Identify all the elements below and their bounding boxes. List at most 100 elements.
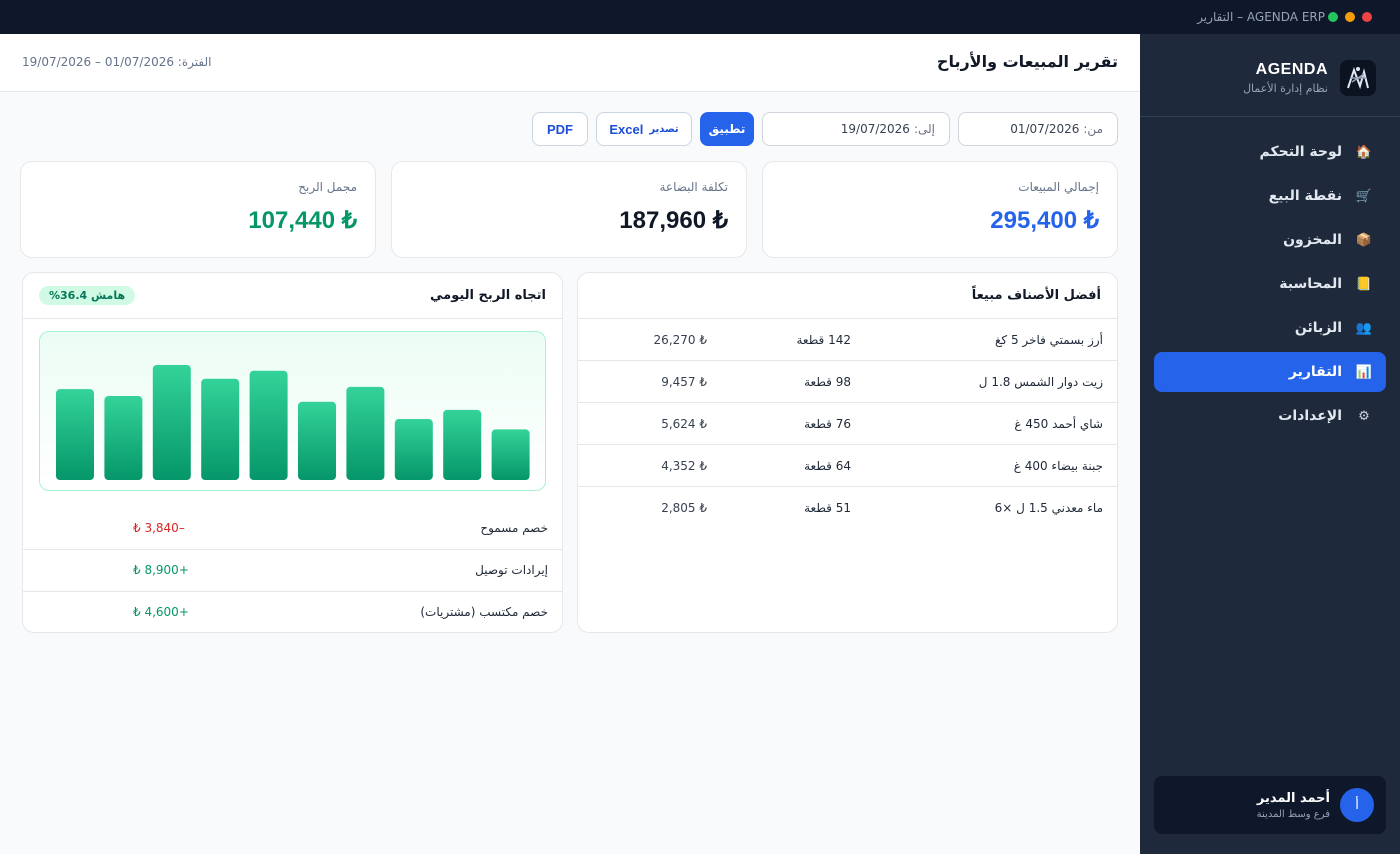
kpi-card-sales: إجمالي المبيعات ₺ 295,400 [762,161,1118,258]
kpi-value: ₺ 295,400 [990,207,1099,234]
chart-bar-2 [104,396,143,480]
brand: AGENDA نظام إدارة الأعمال [1243,60,1376,96]
sidebar-item-label: الإعدادات [1278,408,1342,424]
window-titlebar: AGENDA ERP – التقارير [0,0,1400,34]
sidebar-item-label: الزبائن [1294,320,1342,336]
sidebar-divider [1140,116,1400,117]
table-row[interactable]: زيت دوار الشمس 1.8 ل 98 قطعة ₺ 9,457 [578,361,1117,403]
box-icon: 📦 [1355,232,1373,248]
page-title: تقرير المبيعات والأرباح [936,52,1118,71]
maximize-dot[interactable] [1328,12,1338,22]
brand-logo [1340,60,1376,96]
item-name: ماء معدني 1.5 ل ×6 [994,501,1103,515]
panel-title: أفضل الأصناف مبيعاً [971,288,1101,303]
users-icon: 👥 [1355,320,1373,336]
top-items-panel: أفضل الأصناف مبيعاً أرز بسمتي فاخر 5 كغ … [577,272,1118,633]
adjustment-label: خصم مسموح [480,521,548,535]
table-row[interactable]: أرز بسمتي فاخر 5 كغ 142 قطعة ₺ 26,270 [578,319,1117,361]
user-card[interactable]: أ أحمد المدير فرع وسط المدينة [1154,776,1386,834]
sidebar-item-label: المخزون [1283,232,1342,248]
avatar: أ [1340,788,1374,822]
user-name: أحمد المدير [1256,790,1330,806]
sidebar-item-inventory[interactable]: 📦 المخزون [1154,220,1386,260]
table-row[interactable]: ماء معدني 1.5 ل ×6 51 قطعة ₺ 2,805 [578,487,1117,529]
adjustment-label: خصم مكتسب (مشتريات) [420,605,548,619]
item-qty: 76 قطعة [804,416,851,431]
from-date-field[interactable]: من: 01/07/2026 [958,112,1118,146]
chart-bar-4 [201,378,240,480]
panel-header: أفضل الأصناف مبيعاً [578,273,1117,319]
to-date-value: 19/07/2026 [840,122,910,136]
brand-subtitle: نظام إدارة الأعمال [1243,82,1328,95]
adjustment-row[interactable]: إيرادات توصيل +8,900 ₺ [23,550,562,592]
chart-icon: 📊 [1355,364,1373,380]
table-row[interactable]: شاي أحمد 450 غ 76 قطعة ₺ 5,624 [578,403,1117,445]
kpi-card-profit: مجمل الربح ₺ 107,440 [20,161,376,258]
export-label: تصدير [649,123,679,135]
sidebar-item-reports[interactable]: 📊 التقارير [1154,352,1386,392]
sidebar-item-pos[interactable]: 🛒 نقطة البيع [1154,176,1386,216]
sidebar-item-dashboard[interactable]: 🏠 لوحة التحكم [1154,132,1386,172]
kpi-value: ₺ 107,440 [248,207,357,234]
sidebar-item-customers[interactable]: 👥 الزبائن [1154,308,1386,348]
item-qty: 142 قطعة [796,332,851,347]
chart-bar-8 [394,419,433,480]
chart-bar-3 [152,365,191,480]
sidebar-nav: 🏠 لوحة التحكم 🛒 نقطة البيع 📦 المخزون 📒 ا… [1154,132,1386,440]
kpi-value: ₺ 187,960 [619,207,728,234]
kpi-row: إجمالي المبيعات ₺ 295,400 تكلفة البضاعة … [20,161,1118,258]
ledger-icon: 📒 [1355,276,1373,292]
gear-icon: ⚙ [1358,408,1370,424]
adjustment-row[interactable]: خصم مكتسب (مشتريات) +4,600 ₺ [23,592,562,632]
item-amount: ₺ 9,457 [661,374,707,389]
item-name: جبنة بيضاء 400 غ [1013,458,1103,473]
filter-toolbar: من: 01/07/2026 إلى: 19/07/2026 تطبيق تصد… [532,112,1118,146]
kpi-label: تكلفة البضاعة [659,180,728,194]
adjustment-label: إيرادات توصيل [475,563,548,577]
chart-bar-6 [298,401,336,480]
item-qty: 98 قطعة [804,374,851,389]
sidebar-item-label: المحاسبة [1279,276,1342,292]
item-name: أرز بسمتي فاخر 5 كغ [995,332,1103,347]
adjustment-value: +4,600 ₺ [133,605,189,619]
page-header: تقرير المبيعات والأرباح الفترة: 01/07/20… [0,34,1140,92]
item-amount: ₺ 2,805 [661,501,707,515]
export-excel-button[interactable]: تصدير Excel [596,112,692,146]
chart-bar-7 [346,386,385,480]
profit-bar-chart [39,331,546,491]
user-branch: فرع وسط المدينة [1256,808,1330,820]
item-amount: ₺ 26,270 [653,332,707,347]
from-date-value: 01/07/2026 [1010,122,1080,136]
sidebar-item-accounting[interactable]: 📒 المحاسبة [1154,264,1386,304]
main-content: تقرير المبيعات والأرباح الفترة: 01/07/20… [0,34,1140,854]
profit-trend-panel: اتجاه الربح اليومي هامش 36.4% خصم مسموح … [22,272,563,633]
close-dot[interactable] [1362,12,1372,22]
minimize-dot[interactable] [1345,12,1355,22]
adjustment-row[interactable]: خصم مسموح –3,840 ₺ [23,508,562,550]
panel-title: اتجاه الربح اليومي [430,288,546,303]
sidebar-item-label: التقارير [1288,364,1342,380]
period-label: الفترة: 01/07/2026 – 19/07/2026 [22,55,212,69]
item-name: زيت دوار الشمس 1.8 ل [978,374,1103,389]
sidebar-item-settings[interactable]: ⚙ الإعدادات [1154,396,1386,436]
window-title: AGENDA ERP – التقارير [1197,10,1325,24]
brand-name: AGENDA [1255,61,1328,78]
item-amount: ₺ 4,352 [661,458,707,473]
export-pdf-button[interactable]: PDF [532,112,588,146]
window-controls [1328,12,1372,22]
panel-header: اتجاه الربح اليومي هامش 36.4% [23,273,562,319]
sidebar: AGENDA نظام إدارة الأعمال 🏠 لوحة التحكم … [1140,34,1400,854]
to-date-label: إلى: [913,122,935,136]
sidebar-item-label: لوحة التحكم [1259,144,1342,160]
margin-badge: هامش 36.4% [39,286,136,305]
apply-button[interactable]: تطبيق [700,112,754,146]
chart-svg [56,365,530,480]
item-qty: 64 قطعة [804,458,851,473]
cart-icon: 🛒 [1355,188,1373,204]
kpi-label: إجمالي المبيعات [1018,180,1099,194]
to-date-field[interactable]: إلى: 19/07/2026 [762,112,950,146]
chart-bar-9 [443,409,482,480]
table-row[interactable]: جبنة بيضاء 400 غ 64 قطعة ₺ 4,352 [578,445,1117,487]
item-qty: 51 قطعة [804,501,851,515]
chart-bar-1 [56,389,94,480]
